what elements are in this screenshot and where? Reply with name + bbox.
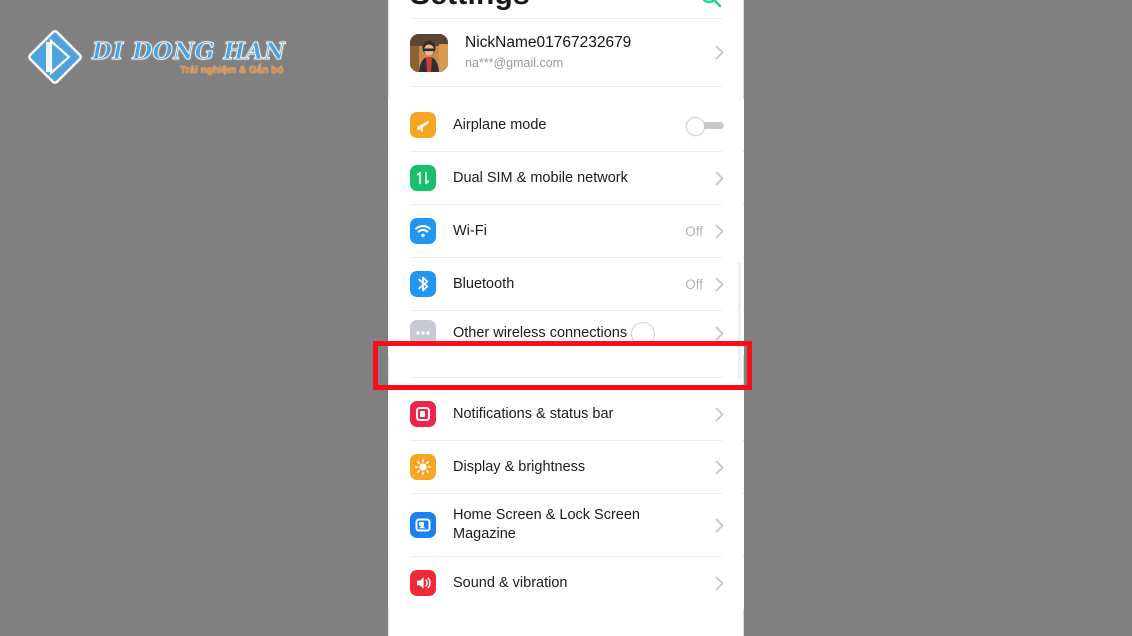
speaker-icon xyxy=(410,570,436,596)
settings-row-label: Sound & vibration xyxy=(453,574,568,591)
settings-row-dual-sim[interactable]: Dual SIM & mobile network xyxy=(388,152,744,204)
section-gap xyxy=(388,378,744,388)
chevron-right-icon xyxy=(715,518,724,533)
settings-row-notifications[interactable]: Notifications & status bar xyxy=(388,388,744,440)
settings-row-label: Home Screen & Lock Screen Magazine xyxy=(453,507,640,542)
settings-row-other-wireless[interactable]: Other wireless connections xyxy=(388,311,744,355)
settings-row-display[interactable]: Display & brightness xyxy=(388,441,744,493)
diamond-logo-icon xyxy=(26,28,84,86)
chevron-right-icon xyxy=(715,224,724,239)
settings-row-label: Dual SIM & mobile network xyxy=(453,169,628,186)
phone-screenshot-panel: Settings NickName01 xyxy=(388,0,744,636)
chevron-right-icon xyxy=(715,576,724,591)
settings-header: Settings xyxy=(388,0,744,18)
settings-row-label: Other wireless connections xyxy=(453,324,628,341)
account-email: na***@gmail.com xyxy=(465,56,564,70)
settings-row-bluetooth[interactable]: Bluetooth Off xyxy=(388,258,744,310)
chevron-right-icon xyxy=(715,277,724,292)
watermark-logo: DI DONG HAN Trải nghiệm & Gắn bó xyxy=(26,26,285,88)
avatar xyxy=(410,33,448,72)
home-screen-icon xyxy=(410,512,436,538)
account-text: NickName01767232679 na***@gmail.com xyxy=(465,33,715,72)
bluetooth-icon xyxy=(410,271,436,297)
logo-wordmark: DI DONG HAN Trải nghiệm & Gắn bó xyxy=(92,36,286,78)
settings-row-label: Bluetooth xyxy=(453,275,515,292)
settings-row-airplane-mode[interactable]: Airplane mode xyxy=(388,99,744,151)
section-gap xyxy=(388,87,744,99)
chevron-right-icon xyxy=(715,326,724,341)
settings-row-label: Display & brightness xyxy=(453,458,586,475)
logo-title: DI DONG HAN xyxy=(92,38,286,65)
airplane-icon xyxy=(410,112,436,138)
settings-row-label: Airplane mode xyxy=(453,116,547,133)
sim-transfer-icon xyxy=(410,165,436,191)
bluetooth-status-value: Off xyxy=(685,276,703,292)
toggle-knob xyxy=(686,116,705,136)
page-title: Settings xyxy=(410,0,530,12)
brightness-icon xyxy=(410,454,436,480)
scrollbar[interactable] xyxy=(738,262,741,380)
ellipsis-icon xyxy=(410,320,436,346)
settings-row-label: Notifications & status bar xyxy=(453,405,614,422)
account-row[interactable]: NickName01767232679 na***@gmail.com xyxy=(388,19,744,86)
chevron-right-icon xyxy=(715,45,724,60)
settings-row-home-lock-screen[interactable]: Home Screen & Lock Screen Magazine xyxy=(388,494,744,556)
toggle-track xyxy=(702,121,724,129)
search-icon[interactable] xyxy=(698,0,724,10)
chevron-right-icon xyxy=(715,407,724,422)
section-gap xyxy=(388,355,744,377)
settings-row-wifi[interactable]: Wi-Fi Off xyxy=(388,205,744,257)
settings-row-sound[interactable]: Sound & vibration xyxy=(388,557,744,609)
chevron-right-icon xyxy=(715,460,724,475)
wifi-icon xyxy=(410,218,436,244)
settings-row-label: Wi-Fi xyxy=(453,222,487,239)
wifi-status-value: Off xyxy=(685,223,703,239)
notifications-icon xyxy=(410,401,436,427)
airplane-mode-toggle[interactable] xyxy=(686,116,724,136)
account-name: NickName01767232679 xyxy=(465,34,632,51)
logo-tagline: Trải nghiệm & Gắn bó xyxy=(180,65,284,76)
chevron-right-icon xyxy=(715,171,724,186)
